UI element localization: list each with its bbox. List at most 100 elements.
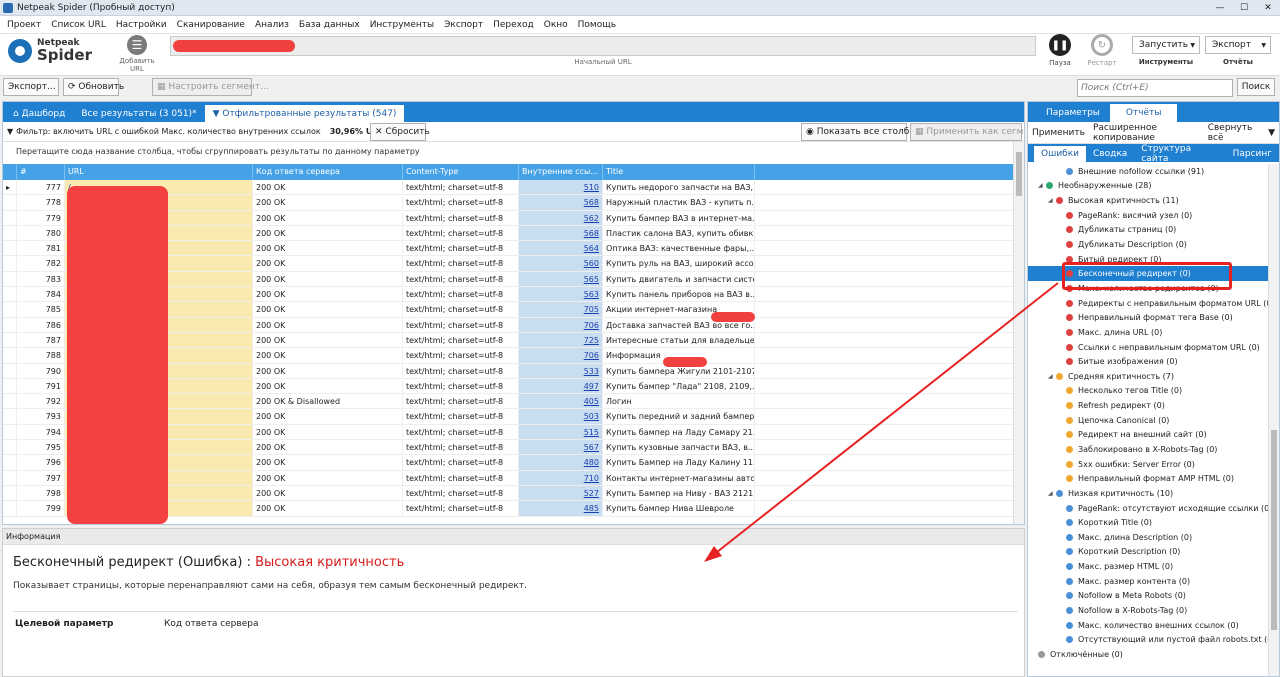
tree-item[interactable]: Битые изображения (0) bbox=[1028, 354, 1268, 369]
add-url-button[interactable]: ☰ Добавить URL bbox=[112, 34, 162, 73]
reset-filter-button[interactable]: ✕ Сбросить bbox=[370, 123, 430, 141]
menu-item[interactable]: Сканирование bbox=[172, 20, 250, 30]
tab-errors[interactable]: Ошибки bbox=[1034, 146, 1087, 162]
cell-internal-links[interactable]: 705 bbox=[519, 302, 603, 317]
cell-internal-links[interactable]: 725 bbox=[519, 332, 603, 348]
cell-internal-links[interactable]: 563 bbox=[519, 287, 603, 302]
cell-internal-links[interactable]: 497 bbox=[519, 378, 603, 394]
collapse-all-button[interactable]: Свернуть всё bbox=[1204, 123, 1264, 143]
cell-internal-links[interactable]: 405 bbox=[519, 394, 603, 409]
cell-internal-links[interactable]: 568 bbox=[519, 195, 603, 210]
menu-item[interactable]: Инструменты bbox=[365, 20, 439, 30]
tree-item[interactable]: ◢ Необнаруженные (28) bbox=[1028, 179, 1268, 194]
start-url-input[interactable] bbox=[170, 36, 1036, 56]
tab-summary[interactable]: Сводка bbox=[1086, 146, 1134, 162]
tree-item[interactable]: Nofollow в Meta Robots (0) bbox=[1028, 589, 1268, 604]
tree-item[interactable]: 5xx ошибки: Server Error (0) bbox=[1028, 457, 1268, 472]
tree-item[interactable]: ◢ Высокая критичность (11) bbox=[1028, 193, 1268, 208]
tree-item[interactable]: Несколько тегов Title (0) bbox=[1028, 384, 1268, 399]
tree-item[interactable]: Макс. размер контента (0) bbox=[1028, 574, 1268, 589]
cell-internal-links[interactable]: 480 bbox=[519, 455, 603, 470]
show-all-columns-button[interactable]: ◉ Показать все столбцы bbox=[801, 123, 923, 141]
menu-item[interactable]: База данных bbox=[294, 20, 365, 30]
export-dropdown[interactable]: Экспорт ▼ bbox=[1205, 36, 1271, 54]
cell-internal-links[interactable]: 710 bbox=[519, 470, 603, 485]
close-icon[interactable]: ✕ bbox=[1256, 0, 1280, 16]
tree-item[interactable]: Дубликаты Description (0) bbox=[1028, 237, 1268, 252]
tree-item[interactable]: Макс. количество внешних ссылок (0) bbox=[1028, 618, 1268, 633]
cell-internal-links[interactable]: 562 bbox=[519, 210, 603, 225]
search-button[interactable]: Поиск bbox=[1237, 78, 1275, 96]
cell-internal-links[interactable]: 503 bbox=[519, 409, 603, 424]
restart-button[interactable]: ↻ Рестарт bbox=[1087, 34, 1117, 67]
column-header-url[interactable]: URL bbox=[65, 164, 253, 180]
refresh-button[interactable]: ⟳ Обновить bbox=[63, 78, 124, 96]
menu-item[interactable]: Настройки bbox=[111, 20, 172, 30]
menu-item[interactable]: Анализ bbox=[250, 20, 294, 30]
scroll-thumb[interactable] bbox=[1016, 152, 1022, 196]
column-header-content-type[interactable]: Content-Type bbox=[403, 164, 519, 180]
cell-internal-links[interactable]: 560 bbox=[519, 256, 603, 271]
tree-item[interactable]: Неправильный формат тега Base (0) bbox=[1028, 310, 1268, 325]
maximize-icon[interactable]: ☐ bbox=[1232, 0, 1256, 16]
advanced-copy-button[interactable]: Расширенное копирование bbox=[1089, 123, 1204, 143]
tree-item[interactable]: Отключённые (0) bbox=[1028, 647, 1268, 662]
tree-item[interactable]: Макс. длина URL (0) bbox=[1028, 325, 1268, 340]
launch-dropdown[interactable]: Запустить ▼ bbox=[1132, 36, 1200, 54]
search-input[interactable]: Поиск (Ctrl+E) bbox=[1077, 79, 1233, 97]
expand-icon[interactable]: ◢ bbox=[1048, 373, 1056, 380]
tab-site-structure[interactable]: Структура сайта bbox=[1134, 144, 1225, 164]
tree-item[interactable]: Заблокировано в X-Robots-Tag (0) bbox=[1028, 442, 1268, 457]
column-header-internal-links[interactable]: Внутренние ссы... bbox=[519, 164, 603, 180]
scroll-thumb[interactable] bbox=[1271, 430, 1277, 630]
tree-item[interactable]: Редиректы с неправильным форматом URL (0… bbox=[1028, 296, 1268, 311]
tree-item[interactable]: Refresh редирект (0) bbox=[1028, 398, 1268, 413]
tree-item[interactable]: Макс. длина Description (0) bbox=[1028, 530, 1268, 545]
expand-icon[interactable]: ◢ bbox=[1038, 182, 1046, 189]
tab-all-results[interactable]: Все результаты (3 051)* bbox=[73, 105, 204, 122]
export-button[interactable]: Экспорт... bbox=[3, 78, 59, 96]
minimize-icon[interactable]: — bbox=[1208, 0, 1232, 16]
tree-item[interactable]: Nofollow в X-Robots-Tag (0) bbox=[1028, 603, 1268, 618]
tree-item[interactable]: Дубликаты страниц (0) bbox=[1028, 223, 1268, 238]
cell-internal-links[interactable]: 565 bbox=[519, 271, 603, 287]
cell-internal-links[interactable]: 706 bbox=[519, 317, 603, 332]
apply-button[interactable]: Применить bbox=[1028, 128, 1089, 138]
tree-item[interactable]: Внешние nofollow ссылки (91) bbox=[1028, 164, 1268, 179]
cell-internal-links[interactable]: 485 bbox=[519, 501, 603, 516]
menu-item[interactable]: Экспорт bbox=[439, 20, 488, 30]
menu-item[interactable]: Помощь bbox=[573, 20, 621, 30]
chevron-down-icon[interactable]: ▼ bbox=[1264, 128, 1279, 138]
tree-item[interactable]: Отсутствующий или пустой файл robots.txt… bbox=[1028, 633, 1268, 648]
tree-item[interactable]: PageRank: отсутствуют исходящие ссылки (… bbox=[1028, 501, 1268, 516]
tab-filtered-results[interactable]: ▼ Отфильтрованные результаты (547) bbox=[204, 105, 405, 122]
grid-scrollbar[interactable] bbox=[1013, 142, 1024, 524]
menu-item[interactable]: Проект bbox=[2, 20, 46, 30]
apply-segment-button[interactable]: ▦ Применить как сегмент bbox=[910, 123, 1024, 141]
cell-internal-links[interactable]: 533 bbox=[519, 363, 603, 378]
cell-internal-links[interactable]: 564 bbox=[519, 241, 603, 256]
column-header-status[interactable]: Код ответа сервера bbox=[253, 164, 403, 180]
tree-item[interactable]: Короткий Title (0) bbox=[1028, 515, 1268, 530]
configure-segment-button[interactable]: ▦ Настроить сегмент... bbox=[152, 78, 269, 96]
tree-item[interactable]: Неправильный формат AMP HTML (0) bbox=[1028, 471, 1268, 486]
expand-icon[interactable]: ◢ bbox=[1048, 197, 1056, 204]
tab-parameters[interactable]: Параметры bbox=[1036, 104, 1110, 122]
tab-parsing[interactable]: Парсинг bbox=[1226, 146, 1279, 162]
menu-item[interactable]: Переход bbox=[488, 20, 539, 30]
tree-item[interactable]: Короткий Description (0) bbox=[1028, 545, 1268, 560]
tree-scrollbar[interactable] bbox=[1268, 164, 1279, 676]
expand-icon[interactable]: ◢ bbox=[1048, 490, 1056, 497]
cell-internal-links[interactable]: 706 bbox=[519, 348, 603, 363]
tree-item[interactable]: Цепочка Canonical (0) bbox=[1028, 413, 1268, 428]
tree-item[interactable]: PageRank: висячий узел (0) bbox=[1028, 208, 1268, 223]
cell-internal-links[interactable]: 567 bbox=[519, 440, 603, 455]
tree-item[interactable]: ◢ Средняя критичность (7) bbox=[1028, 369, 1268, 384]
tree-item[interactable]: Макс. размер HTML (0) bbox=[1028, 559, 1268, 574]
tab-reports[interactable]: Отчёты bbox=[1109, 104, 1178, 122]
tree-item[interactable]: Редирект на внешний сайт (0) bbox=[1028, 428, 1268, 443]
cell-internal-links[interactable]: 515 bbox=[519, 424, 603, 440]
menu-item[interactable]: Список URL bbox=[46, 20, 111, 30]
cell-internal-links[interactable]: 527 bbox=[519, 485, 603, 501]
column-header-title[interactable]: Title bbox=[603, 164, 755, 180]
